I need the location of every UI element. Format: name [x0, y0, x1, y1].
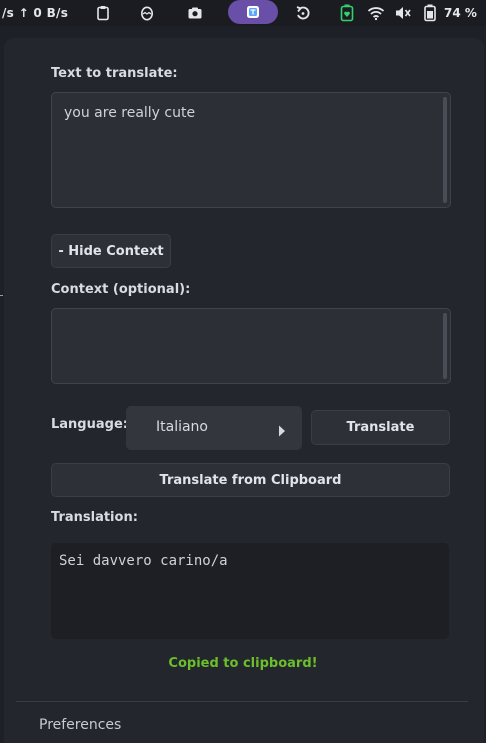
context-input-scrollbar[interactable]: [443, 313, 447, 379]
refresh-icon[interactable]: [294, 0, 312, 26]
translation-output[interactable]: Sei davvero carino/a: [51, 543, 449, 639]
clipboard-icon[interactable]: [95, 0, 111, 26]
language-dropdown[interactable]: Italiano: [126, 406, 302, 450]
language-selected: Italiano: [156, 419, 208, 435]
context-label: Context (optional):: [51, 282, 191, 297]
text-to-translate-label: Text to translate:: [51, 66, 178, 81]
background-edge-mark: [0, 295, 3, 296]
translation-value: Sei davvero carino/a: [59, 553, 228, 569]
status-message: Copied to clipboard!: [168, 656, 318, 671]
translate-from-clipboard-button[interactable]: Translate from Clipboard: [51, 463, 450, 497]
battery-percent: 74 %: [444, 6, 477, 20]
battery-heart-icon: [340, 0, 354, 26]
text-to-translate-input[interactable]: you are really cute: [51, 92, 451, 208]
translate-app-icon[interactable]: [228, 0, 278, 24]
context-input[interactable]: [51, 308, 451, 384]
text-to-translate-value: you are really cute: [64, 105, 196, 121]
translation-label: Translation:: [51, 510, 138, 525]
network-speed: /s ↑ 0 B/s: [2, 6, 69, 20]
translate-button[interactable]: Translate: [311, 410, 450, 445]
preferences-menu-item[interactable]: Preferences: [39, 717, 121, 733]
egg-icon[interactable]: [139, 0, 155, 26]
volume-muted-icon[interactable]: [394, 0, 412, 26]
chevron-right-icon: [278, 422, 286, 441]
battery-icon: [424, 0, 436, 26]
top-panel: /s ↑ 0 B/s 74 %: [0, 0, 486, 26]
footer-divider: [16, 701, 468, 702]
camera-icon[interactable]: [187, 0, 203, 26]
wifi-icon[interactable]: [367, 0, 385, 26]
hide-context-button[interactable]: - Hide Context: [51, 234, 171, 268]
text-input-scrollbar[interactable]: [443, 97, 447, 203]
language-label: Language:: [51, 417, 128, 432]
